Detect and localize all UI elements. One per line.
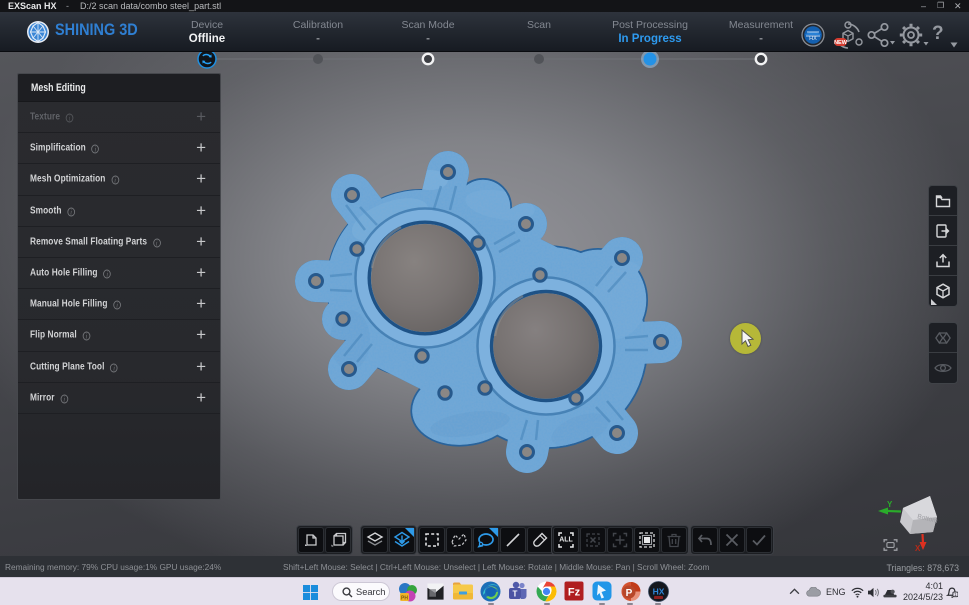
svg-text:Fz: Fz (568, 587, 581, 599)
svg-text:Y: Y (887, 500, 893, 509)
svg-text:X: X (915, 544, 921, 553)
svg-text:P: P (626, 588, 633, 599)
svg-text:NEW: NEW (834, 40, 848, 46)
svg-text:HX: HX (653, 587, 665, 597)
svg-text:T: T (513, 590, 518, 599)
svg-text:HX: HX (809, 36, 817, 42)
svg-text:PH: PH (401, 596, 408, 602)
